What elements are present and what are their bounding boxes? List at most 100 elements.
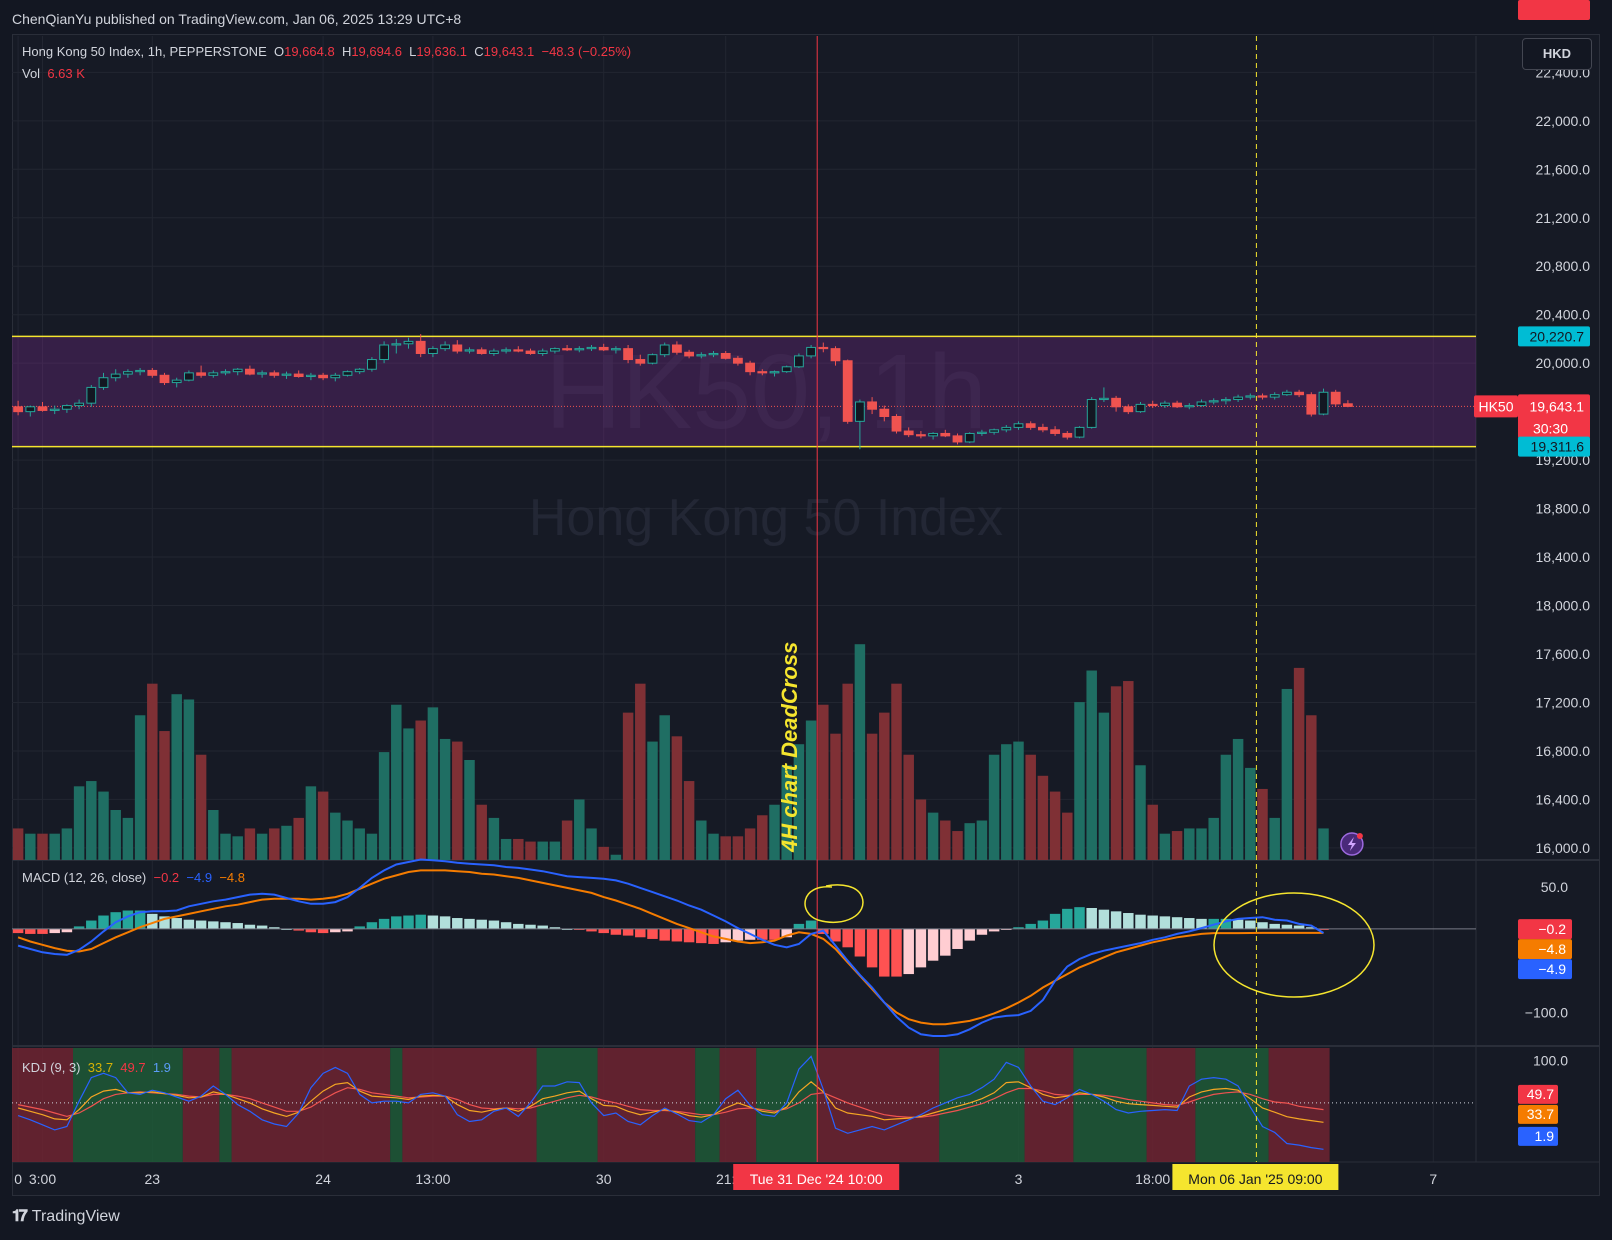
candle-body [708, 352, 719, 356]
macd-histogram-bar [317, 928, 329, 934]
candle-body [720, 352, 731, 359]
macd-histogram-bar [171, 918, 182, 929]
candle-body [196, 372, 206, 376]
notification-dot-icon [1356, 833, 1363, 839]
open-label: O [273, 44, 285, 59]
footer-brand[interactable]: 𝟏𝟕 TradingView [12, 1208, 120, 1226]
time-tick-label: 3 [1015, 1171, 1023, 1187]
macd-signal-tag: −4.8 [1538, 941, 1566, 957]
volume-bar [1001, 744, 1012, 860]
macd-histogram-bar [378, 918, 390, 929]
candle-body [245, 368, 255, 375]
macd-histogram-bar [452, 918, 463, 929]
volume-bar [476, 804, 487, 860]
candle-body [1343, 403, 1353, 407]
candle-body [1208, 400, 1219, 403]
volume-bar [635, 683, 646, 860]
macd-histogram-bar [1232, 919, 1244, 929]
volume-bar [1110, 686, 1122, 860]
macd-histogram-bar [256, 925, 268, 929]
macd-line-value: −4.9 [186, 870, 213, 885]
volume-bar [110, 810, 121, 860]
volume-tag-bg [1518, 0, 1590, 20]
candle-body [916, 434, 926, 437]
volume-bar [1123, 681, 1134, 860]
symbol-title[interactable]: Hong Kong 50 Index, 1h, PEPPERSTONE [22, 44, 267, 59]
chart-canvas[interactable]: HK50, 1hHong Kong 50 Index4H chart DeadC… [0, 0, 1612, 1240]
volume-bar [415, 720, 426, 860]
candle-body [159, 374, 170, 384]
macd-histogram-bar [1049, 913, 1061, 929]
macd-histogram-bar [86, 920, 97, 929]
candle-body [171, 379, 182, 384]
candle-body [1086, 399, 1097, 428]
volume-bar [159, 731, 170, 860]
volume-bar [915, 799, 927, 860]
volume-bar [805, 720, 817, 860]
candle-body [1221, 399, 1231, 402]
volume-bar [988, 754, 1000, 860]
candle-body [440, 344, 450, 350]
macd-histogram-bar [1062, 908, 1073, 929]
volume-label: Vol [22, 66, 41, 81]
candle-body [842, 360, 853, 422]
macd-histogram-bar [647, 928, 658, 939]
volume-bar [671, 736, 683, 860]
candle-body [25, 406, 36, 413]
volume-bar [537, 841, 548, 860]
candle-body [611, 348, 621, 351]
macd-tick-label: −100.0 [1525, 1005, 1568, 1021]
macd-histogram-bar [671, 928, 683, 942]
candle-body [123, 371, 133, 375]
currency-button[interactable]: HKD [1522, 38, 1592, 70]
candle-body [928, 432, 938, 437]
kdj-bull-zone [219, 1048, 232, 1162]
candle-body [1269, 394, 1280, 398]
kdj-label[interactable]: KDJ (9, 3) [22, 1060, 81, 1075]
candle-body [415, 340, 426, 354]
kdj-d-tag: 49.7 [1527, 1086, 1554, 1102]
price-tick-label: 18,000.0 [1536, 598, 1591, 614]
close-value: 19,643.1 [483, 44, 535, 59]
drawn-ellipse-small [804, 884, 864, 924]
candle-body [513, 349, 524, 352]
open-value: 19,664.8 [284, 44, 335, 59]
volume-bar [293, 817, 304, 860]
candle-body [696, 354, 707, 357]
candle-body [281, 373, 292, 376]
candle-body [293, 373, 304, 378]
macd-histogram-bar [1269, 923, 1280, 929]
macd-histogram-bar [1074, 907, 1085, 929]
volume-bar [1281, 688, 1293, 860]
volume-bar [37, 833, 48, 860]
time-tick-label: 13:00 [415, 1171, 450, 1187]
volume-bar [378, 752, 390, 860]
candle-body [1038, 426, 1048, 431]
macd-legend: MACD (12, 26, close) −0.2 −4.9 −4.8 [22, 870, 245, 885]
price-tick-label: 16,400.0 [1536, 791, 1591, 807]
macd-histogram-bar [232, 923, 243, 929]
candle-body [818, 346, 829, 350]
kdj-bear-zone [1024, 1048, 1074, 1162]
candle-body [733, 357, 743, 364]
candle-body [354, 368, 365, 373]
crosshair-time-tag: Tue 31 Dec '24 10:00 [750, 1171, 883, 1187]
volume-bar [818, 704, 829, 860]
candle-body [757, 371, 768, 374]
volume-bar [1269, 817, 1280, 860]
macd-label[interactable]: MACD (12, 26, close) [22, 870, 146, 885]
macd-histogram-bar [98, 915, 109, 929]
candle-body [208, 372, 219, 376]
macd-histogram-bar [12, 928, 24, 934]
candle-body [525, 350, 536, 354]
candle-body [977, 431, 987, 434]
candle-body [464, 349, 475, 352]
volume-bar [1184, 828, 1195, 860]
volume-bar [269, 828, 280, 860]
macd-histogram-bar [866, 928, 878, 968]
zone-bottom-price-tag: 19,311.6 [1531, 439, 1585, 455]
volume-bars [12, 644, 1329, 860]
candle-body [1074, 426, 1085, 438]
candle-body [879, 408, 890, 417]
candle-body [403, 340, 414, 345]
